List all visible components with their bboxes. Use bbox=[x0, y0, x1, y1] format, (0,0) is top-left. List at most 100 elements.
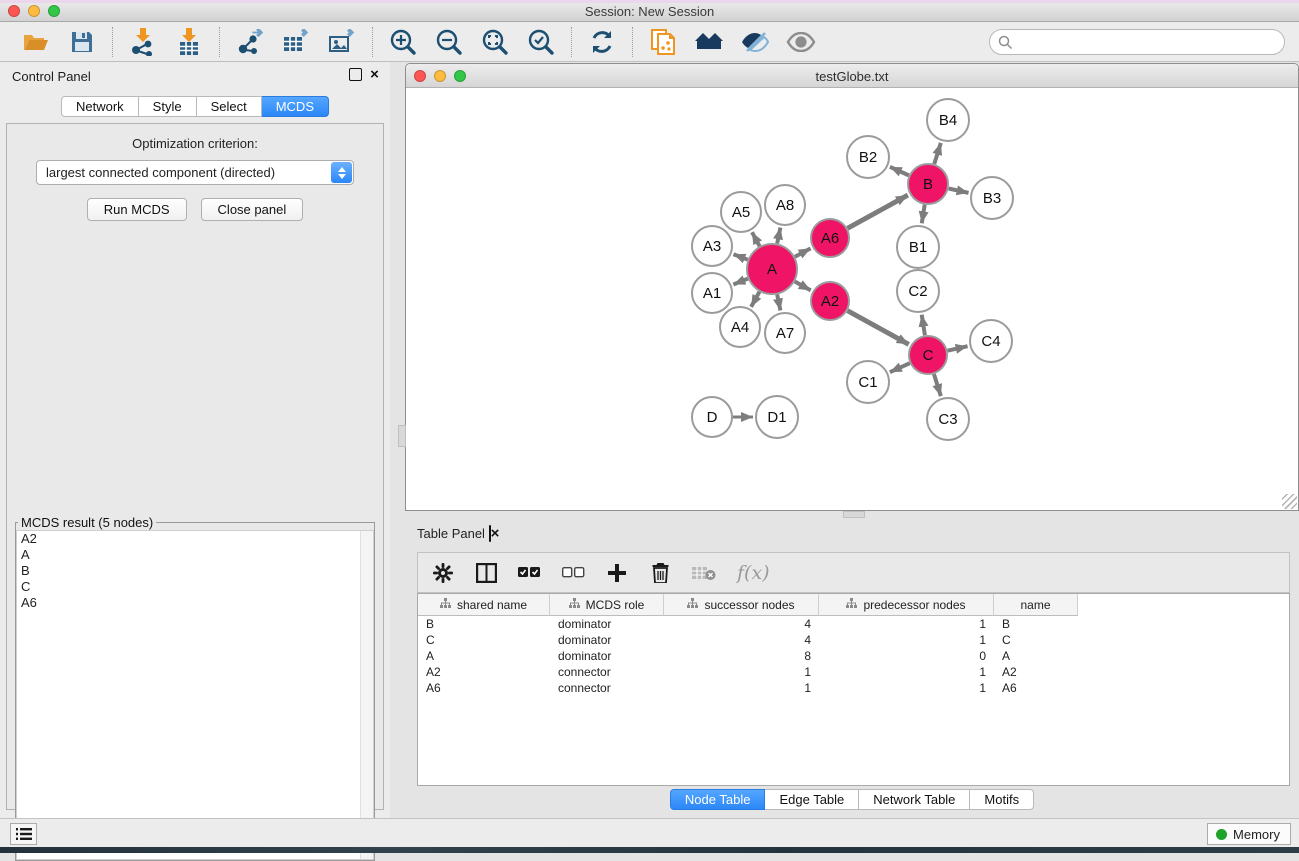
zoom-out-icon[interactable] bbox=[433, 27, 465, 57]
tab-node-table[interactable]: Node Table bbox=[670, 789, 766, 810]
network-window-titlebar[interactable]: testGlobe.txt bbox=[406, 64, 1298, 88]
tab-motifs[interactable]: Motifs bbox=[970, 789, 1034, 810]
edge-C-C2[interactable] bbox=[922, 315, 925, 336]
export-image-icon[interactable] bbox=[326, 27, 358, 57]
graph-node-B3[interactable]: B3 bbox=[971, 177, 1013, 219]
edge-A-A3[interactable] bbox=[733, 254, 747, 259]
edge-A-A8[interactable] bbox=[777, 228, 780, 244]
network-graph[interactable]: B4 B2 B B3 A5A8A6 A3 B1 A C2 A1 A2 A4A7 C4 C C1 C3 D D1 bbox=[407, 88, 1293, 510]
mcds-result-item[interactable]: A bbox=[17, 547, 373, 563]
column-header-name[interactable]: name bbox=[994, 594, 1078, 616]
edge-C-C3[interactable] bbox=[934, 374, 941, 396]
edge-C-C1[interactable] bbox=[890, 363, 910, 372]
function-builder-icon-disabled[interactable]: f(x) bbox=[737, 560, 770, 586]
import-network-icon[interactable] bbox=[127, 27, 159, 57]
import-table-icon[interactable] bbox=[173, 27, 205, 57]
criterion-dropdown[interactable]: largest connected component (directed) bbox=[36, 160, 354, 185]
edge-A2-C[interactable] bbox=[848, 311, 909, 345]
edge-A-A2[interactable] bbox=[795, 282, 811, 291]
tab-network-table[interactable]: Network Table bbox=[859, 789, 970, 810]
close-panel-icon[interactable]: × bbox=[368, 68, 381, 81]
search-input[interactable] bbox=[989, 29, 1285, 55]
float-panel-icon[interactable] bbox=[349, 68, 362, 81]
bird-eye-view-icon[interactable] bbox=[785, 27, 817, 57]
graph-node-B[interactable]: B bbox=[908, 164, 948, 204]
memory-button[interactable]: Memory bbox=[1207, 823, 1291, 845]
edge-B-B3[interactable] bbox=[949, 188, 969, 192]
table-row[interactable]: Adominator80A bbox=[418, 648, 1289, 664]
deselect-all-icon[interactable] bbox=[562, 560, 585, 586]
edge-B-B2[interactable] bbox=[890, 167, 909, 176]
mcds-result-item[interactable]: C bbox=[17, 579, 373, 595]
edge-B-B4[interactable] bbox=[934, 143, 941, 164]
edge-A-A6[interactable] bbox=[795, 248, 811, 256]
select-all-icon[interactable] bbox=[518, 560, 541, 586]
splitter-handle-horizontal[interactable] bbox=[843, 511, 865, 518]
graph-node-A4[interactable]: A4 bbox=[720, 307, 760, 347]
graph-node-A3[interactable]: A3 bbox=[692, 226, 732, 266]
graph-node-A[interactable]: A bbox=[747, 244, 797, 294]
graph-node-B1[interactable]: B1 bbox=[897, 226, 939, 268]
graph-node-D1[interactable]: D1 bbox=[756, 396, 798, 438]
edge-C-C4[interactable] bbox=[948, 346, 968, 350]
graph-node-A6[interactable]: A6 bbox=[811, 219, 849, 257]
export-network-icon[interactable] bbox=[234, 27, 266, 57]
run-mcds-button[interactable]: Run MCDS bbox=[87, 198, 187, 221]
zoom-selected-icon[interactable] bbox=[525, 27, 557, 57]
graph-node-B4[interactable]: B4 bbox=[927, 99, 969, 141]
table-row[interactable]: A2connector11A2 bbox=[418, 664, 1289, 680]
zoom-fit-icon[interactable] bbox=[479, 27, 511, 57]
column-header-successor_nodes[interactable]: successor nodes bbox=[664, 594, 819, 616]
add-column-icon[interactable] bbox=[606, 560, 628, 586]
table-settings-gear-icon[interactable] bbox=[432, 560, 454, 586]
table-row[interactable]: A6connector11A6 bbox=[418, 680, 1289, 696]
graph-node-C1[interactable]: C1 bbox=[847, 361, 889, 403]
duplicate-network-icon[interactable] bbox=[647, 27, 679, 57]
close-table-panel-icon[interactable]: × bbox=[491, 525, 500, 542]
tab-style[interactable]: Style bbox=[139, 96, 197, 117]
graph-node-C4[interactable]: C4 bbox=[970, 320, 1012, 362]
mcds-result-list[interactable]: A2ABCA6 bbox=[16, 530, 374, 860]
graph-node-C2[interactable]: C2 bbox=[897, 270, 939, 312]
delete-table-icon-disabled[interactable] bbox=[692, 560, 716, 586]
column-header-predecessor_nodes[interactable]: predecessor nodes bbox=[819, 594, 994, 616]
edge-A6-B[interactable] bbox=[848, 195, 908, 228]
resize-grip[interactable] bbox=[1282, 494, 1297, 509]
delete-column-icon[interactable] bbox=[649, 560, 671, 586]
task-history-button[interactable] bbox=[10, 823, 37, 845]
graph-node-A8[interactable]: A8 bbox=[765, 185, 805, 225]
show-hide-graphics-icon[interactable] bbox=[739, 27, 771, 57]
scrollbar[interactable] bbox=[360, 531, 373, 859]
close-panel-button[interactable]: Close panel bbox=[201, 198, 304, 221]
save-session-icon[interactable] bbox=[66, 27, 98, 57]
graph-node-A5[interactable]: A5 bbox=[721, 192, 761, 232]
graph-node-A1[interactable]: A1 bbox=[692, 273, 732, 313]
tab-edge-table[interactable]: Edge Table bbox=[765, 789, 859, 810]
mcds-result-item[interactable]: B bbox=[17, 563, 373, 579]
tab-network[interactable]: Network bbox=[61, 96, 139, 117]
table-row[interactable]: Bdominator41B bbox=[418, 616, 1289, 632]
show-columns-icon[interactable] bbox=[475, 560, 497, 586]
open-session-icon[interactable] bbox=[20, 27, 52, 57]
network-canvas[interactable]: B4 B2 B B3 A5A8A6 A3 B1 A C2 A1 A2 A4A7 C4 C C1 C3 D D1 bbox=[407, 88, 1293, 510]
splitter-handle-vertical[interactable] bbox=[398, 425, 406, 447]
export-table-icon[interactable] bbox=[280, 27, 312, 57]
tab-mcds[interactable]: MCDS bbox=[262, 96, 329, 117]
edge-A-A7[interactable] bbox=[777, 294, 780, 310]
graph-node-C[interactable]: C bbox=[909, 336, 947, 374]
graph-node-D[interactable]: D bbox=[692, 397, 732, 437]
table-row[interactable]: Cdominator41C bbox=[418, 632, 1289, 648]
apply-layout-icon[interactable] bbox=[586, 27, 618, 57]
column-header-shared_name[interactable]: shared name bbox=[418, 594, 550, 616]
graph-node-A2[interactable]: A2 bbox=[811, 282, 849, 320]
edge-A-A1[interactable] bbox=[733, 279, 748, 285]
edge-B-B1[interactable] bbox=[922, 205, 925, 224]
graph-node-A7[interactable]: A7 bbox=[765, 313, 805, 353]
column-header-mcds_role[interactable]: MCDS role bbox=[550, 594, 664, 616]
tab-select[interactable]: Select bbox=[197, 96, 262, 117]
homes-icon[interactable] bbox=[693, 27, 725, 57]
zoom-in-icon[interactable] bbox=[387, 27, 419, 57]
graph-node-B2[interactable]: B2 bbox=[847, 136, 889, 178]
window-titlebar[interactable]: Session: New Session bbox=[0, 0, 1299, 22]
graph-node-C3[interactable]: C3 bbox=[927, 398, 969, 440]
